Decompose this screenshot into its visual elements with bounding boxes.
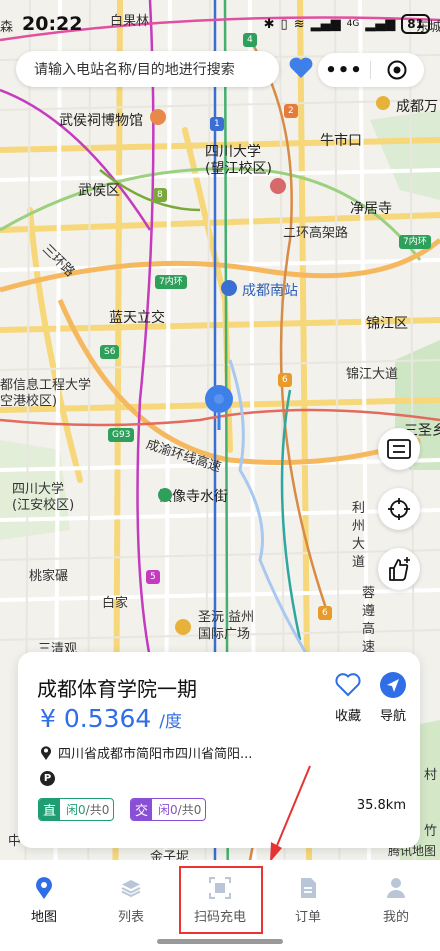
map-label-rongdu-expressway: 蓉遵高速 xyxy=(362,586,376,655)
parking-icon: P xyxy=(40,771,55,786)
tab-map-label: 地图 xyxy=(30,910,57,925)
dc-type-label: 直 xyxy=(39,799,61,820)
locate-button[interactable] xyxy=(378,488,420,530)
road-shield-7-west: 7内环 xyxy=(155,275,187,289)
station-card[interactable]: 成都体育学院一期 ¥ 0.5364 /度 收藏 导航 四川省成都市简阳市四川省简… xyxy=(18,652,420,848)
road-shield-5: 5 xyxy=(146,570,160,584)
station-address: 四川省成都市简阳市四川省简阳... xyxy=(40,743,252,762)
vibrate-icon: ▯ xyxy=(280,16,288,32)
mall-poi-icon-2 xyxy=(376,96,390,110)
dc-availability: 闲0/共0 xyxy=(66,803,110,817)
map-label-erhuan: 二环高架路 xyxy=(283,226,349,241)
user-icon xyxy=(387,878,405,898)
tab-orders[interactable]: 订单 xyxy=(278,876,338,925)
address-text: 四川省成都市简阳市四川省简阳... xyxy=(58,747,253,762)
signal-icon: ▂▄▆ xyxy=(310,16,341,32)
search-placeholder: 请输入电站名称/目的地进行搜索 xyxy=(34,62,235,78)
mall-poi-icon xyxy=(175,619,191,635)
road-shield-6a: 6 xyxy=(278,373,292,387)
map-label-taojiawu: 桃家碾 xyxy=(29,569,69,584)
search-input[interactable]: 请输入电站名称/目的地进行搜索 xyxy=(16,51,279,87)
favorite-label: 收藏 xyxy=(334,709,361,724)
road-shield-7-east: 7内环 xyxy=(399,235,431,249)
battery-icon: 81 xyxy=(401,14,430,34)
ac-type-label: 交 xyxy=(131,799,153,820)
station-distance: 35.8km xyxy=(356,798,406,813)
price-unit: /度 xyxy=(159,712,183,732)
road-shield-g93: G93 xyxy=(108,428,135,442)
document-icon xyxy=(301,878,316,898)
more-button[interactable]: ••• xyxy=(318,60,370,81)
wifi-icon: ≋ xyxy=(293,16,305,32)
signal-icon-2: ▂▄▆ xyxy=(365,16,396,32)
status-time: 20:22 xyxy=(22,13,83,35)
station-price: ¥ 0.5364 /度 xyxy=(40,704,182,733)
annotation-highlight-box xyxy=(179,866,263,934)
status-bar: 20:22 ✱ ▯ ≋ ▂▄▆ 4G ▂▄▆ 81 xyxy=(0,0,440,44)
heart-icon xyxy=(289,57,313,78)
home-indicator xyxy=(157,939,283,944)
road-shield-s6: S6 xyxy=(100,345,120,359)
map-label-cun: 村 xyxy=(424,768,438,783)
tab-mine-label: 我的 xyxy=(382,910,409,925)
road-shield-8: 8 xyxy=(153,188,167,202)
map-label-chengdu-south: 成都南站 xyxy=(242,283,298,299)
navigate-label: 导航 xyxy=(379,709,406,724)
map-label-shengcan-yizhou: 圣沅 益州 国际广场 xyxy=(198,610,255,642)
scenic-poi-icon xyxy=(158,488,172,502)
station-name: 成都体育学院一期 xyxy=(37,677,197,701)
tab-list[interactable]: 列表 xyxy=(101,876,161,925)
ac-charger-tag: 交 闲0/共0 xyxy=(130,798,207,821)
heart-outline-icon xyxy=(335,673,361,697)
map-label-wuhouci: 武侯祠博物馆 xyxy=(59,113,143,129)
map-label-engineering-univ: 都信息工程大学 空港校区) xyxy=(0,378,92,409)
close-miniapp-button[interactable] xyxy=(371,60,423,80)
station-poi-icon xyxy=(221,280,237,296)
map-label-jinjiang-district: 锦江区 xyxy=(366,316,408,332)
navigate-button[interactable]: 导航 xyxy=(371,671,415,724)
tab-mine[interactable]: 我的 xyxy=(366,876,426,925)
road-shield-1: 1 xyxy=(210,117,224,131)
ac-availability: 闲0/共0 xyxy=(158,803,202,817)
bluetooth-icon: ✱ xyxy=(263,16,275,32)
list-view-button[interactable] xyxy=(378,428,420,470)
map-label-baijia: 白家 xyxy=(102,596,129,611)
map-pin-icon xyxy=(36,877,52,899)
status-icons: ✱ ▯ ≋ ▂▄▆ 4G ▂▄▆ 81 xyxy=(264,14,430,34)
miniapp-capsule: ••• xyxy=(318,53,424,87)
crosshair-icon xyxy=(388,498,410,520)
map-label-sichuan-wangjiang: 四川大学 (望江校区) xyxy=(205,144,272,177)
network-type: 4G xyxy=(346,19,360,29)
layers-icon xyxy=(121,880,141,898)
map-label-wuhou-district: 武侯区 xyxy=(78,183,120,199)
map-label-jingjusi: 净居寺 xyxy=(350,201,392,217)
feedback-button[interactable] xyxy=(378,548,420,590)
favorite-button[interactable]: 收藏 xyxy=(326,671,370,724)
map-label-sichuan-jiangan: 四川大学 (江安校区) xyxy=(12,482,75,513)
map-label-jinjiang-avenue: 锦江大道 xyxy=(346,367,399,382)
currency-symbol: ¥ xyxy=(40,704,56,733)
museum-poi-icon xyxy=(150,109,166,125)
map-label-niushikou: 牛市口 xyxy=(320,133,362,149)
map-label-chengdu-wan: 成都万 xyxy=(396,99,438,115)
tab-list-label: 列表 xyxy=(117,910,144,925)
location-pin-icon[interactable] xyxy=(204,384,234,430)
tab-map[interactable]: 地图 xyxy=(14,876,74,925)
map-label-zhu: 竹 xyxy=(424,824,438,839)
road-shield-6b: 6 xyxy=(318,606,332,620)
road-shield-2: 2 xyxy=(284,104,298,118)
tab-orders-label: 订单 xyxy=(294,910,321,925)
map-label-lantian: 蓝天立交 xyxy=(109,310,165,326)
list-card-icon xyxy=(387,439,411,459)
map-label-lizhou-avenue: 利州大道 xyxy=(352,501,366,570)
navigate-icon xyxy=(380,672,406,698)
dc-charger-tag: 直 闲0/共0 xyxy=(38,798,115,821)
price-value: 0.5364 xyxy=(63,704,152,733)
thumbs-up-plus-icon xyxy=(389,557,410,581)
location-marker-icon xyxy=(41,746,51,760)
target-close-icon xyxy=(387,60,407,80)
university-poi-icon xyxy=(270,178,286,194)
